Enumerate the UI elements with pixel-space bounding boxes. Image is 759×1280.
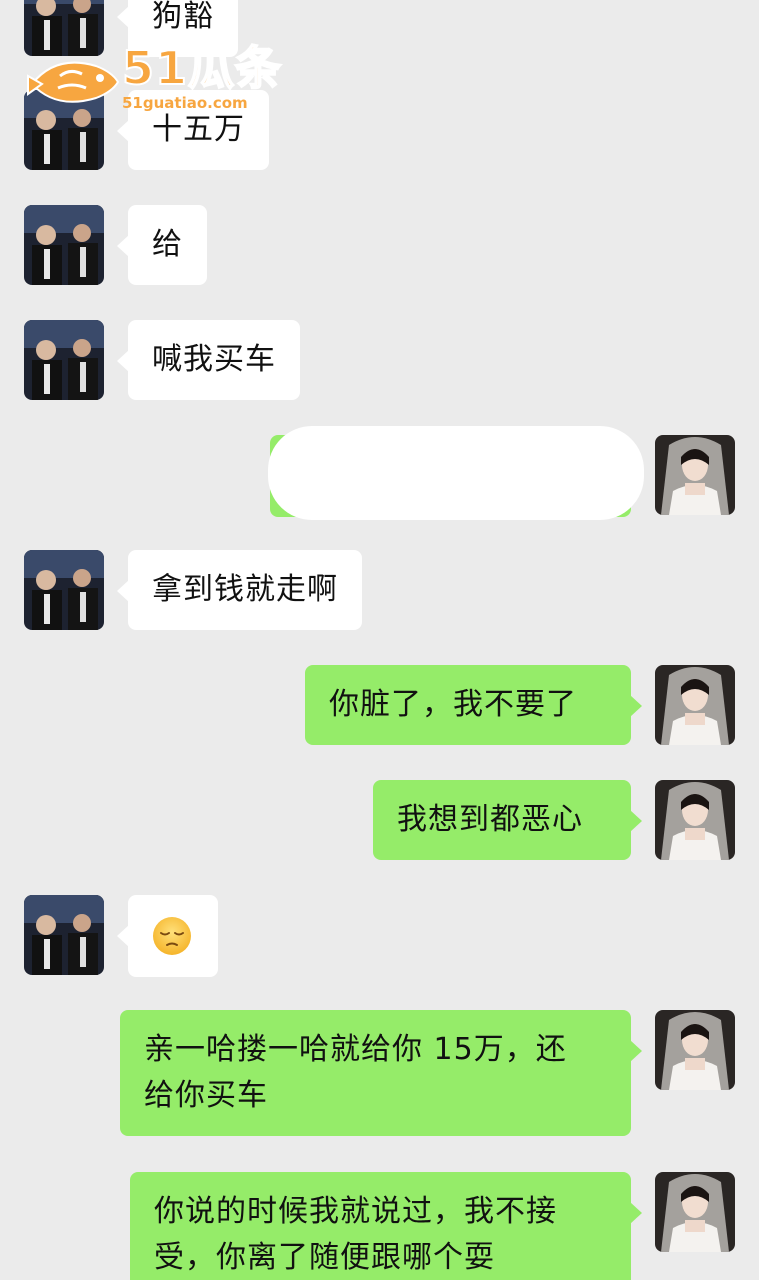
message-text: 十五万	[152, 112, 245, 147]
redaction-mark	[268, 426, 644, 520]
message-text: 狗豁	[152, 0, 214, 34]
message-text-line: 给你买车	[144, 1078, 268, 1113]
contact-avatar[interactable]	[24, 0, 104, 56]
message-bubble[interactable]: 十五万	[117, 90, 269, 170]
message-text-line: 你说的时候我就说过，我不接	[154, 1194, 557, 1229]
message-text: 你脏了，我不要了	[329, 687, 577, 722]
message-bubble[interactable]: 拿到钱就走啊	[117, 550, 362, 630]
contact-avatar[interactable]	[24, 90, 104, 170]
self-avatar[interactable]	[655, 1010, 735, 1090]
message-bubble[interactable]: 你脏了，我不要了	[305, 665, 642, 745]
message-text: 我想到都恶心	[397, 802, 583, 837]
chat-view[interactable]: 狗豁 十五万 给 喊我买车 拿到钱就走啊 你脏了，我不要了 我想到都恶心 亲一哈…	[0, 0, 759, 1280]
self-avatar[interactable]	[655, 435, 735, 515]
message-bubble-emoji[interactable]: 😔	[117, 895, 218, 977]
contact-avatar[interactable]	[24, 895, 104, 975]
self-avatar[interactable]	[655, 1172, 735, 1252]
contact-avatar[interactable]	[24, 320, 104, 400]
message-bubble[interactable]: 你说的时候我就说过，我不接 受，你离了随便跟哪个耍	[130, 1172, 642, 1280]
contact-avatar[interactable]	[24, 205, 104, 285]
message-bubble[interactable]: 我想到都恶心	[373, 780, 642, 860]
message-text-line: 亲一哈搂一哈就给你 15万，还	[144, 1032, 567, 1067]
message-text: 给	[152, 227, 183, 262]
message-text: 喊我买车	[152, 342, 276, 377]
message-bubble[interactable]: 给	[117, 205, 207, 285]
pensive-face-icon	[153, 917, 191, 955]
message-bubble[interactable]: 狗豁	[117, 0, 238, 57]
self-avatar[interactable]	[655, 665, 735, 745]
self-avatar[interactable]	[655, 780, 735, 860]
message-text-line: 受，你离了随便跟哪个耍	[154, 1240, 495, 1275]
contact-avatar[interactable]	[24, 550, 104, 630]
message-bubble[interactable]: 喊我买车	[117, 320, 300, 400]
message-bubble[interactable]: 亲一哈搂一哈就给你 15万，还 给你买车	[120, 1010, 642, 1136]
message-text: 拿到钱就走啊	[152, 572, 338, 607]
